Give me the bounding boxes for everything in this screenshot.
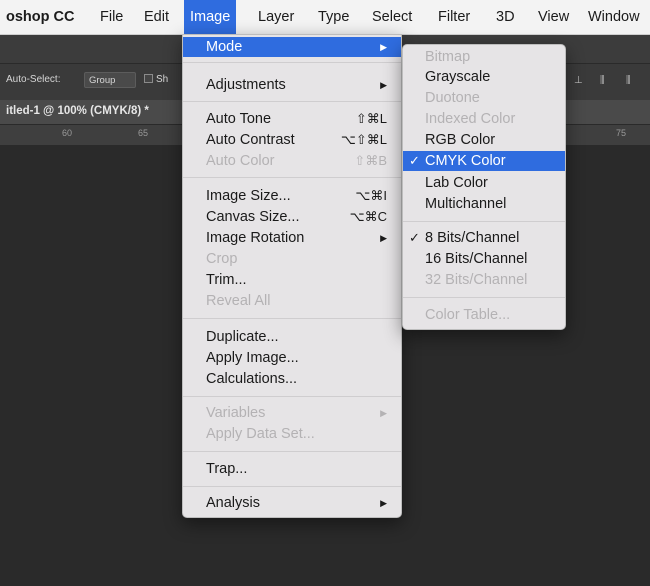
mode-submenu: Bitmap Grayscale Duotone Indexed Color R…	[402, 44, 566, 330]
submenu-divider	[403, 221, 565, 222]
menu-item-adjustments[interactable]: Adjustments ▶	[183, 75, 401, 95]
menu-divider	[183, 486, 401, 487]
menu-divider	[183, 177, 401, 178]
distribute-left-icon[interactable]: ⫼	[600, 76, 610, 86]
menu-file[interactable]: File	[100, 0, 123, 34]
menu-filter[interactable]: Filter	[438, 0, 470, 34]
menu-item-auto-contrast[interactable]: Auto Contrast ⌥⇧⌘L	[183, 130, 401, 150]
menu-item-variables: Variables ▶	[206, 405, 387, 421]
checkmark-icon: ✓	[409, 153, 420, 168]
document-title: itled-1 @ 100% (CMYK/8) *	[6, 105, 149, 117]
image-menu: Mode ▶ Adjustments ▶ Auto Tone ⇧⌘L Auto …	[182, 34, 402, 518]
menu-divider	[183, 451, 401, 452]
menu-bar: oshop CC File Edit Image Layer Type Sele…	[0, 0, 650, 35]
menu-item-reveal-all: Reveal All	[206, 293, 271, 309]
app-name[interactable]: oshop CC	[6, 0, 74, 34]
submenu-item-duotone: Duotone	[425, 90, 480, 106]
menu-item-trap[interactable]: Trap...	[183, 459, 401, 479]
align-bottom-icon[interactable]: ⊥	[574, 76, 584, 86]
menu-item-canvas-size[interactable]: Canvas Size... ⌥⌘C	[183, 207, 401, 227]
submenu-item-color-table: Color Table...	[425, 307, 511, 323]
menu-layer[interactable]: Layer	[258, 0, 294, 34]
submenu-divider	[403, 297, 565, 298]
menu-edit[interactable]: Edit	[144, 0, 169, 34]
menu-type[interactable]: Type	[318, 0, 349, 34]
menu-window[interactable]: Window	[588, 0, 640, 34]
submenu-item-grayscale[interactable]: Grayscale	[403, 67, 565, 87]
menu-item-image-rotation[interactable]: Image Rotation ▶	[183, 228, 401, 248]
menu-item-apply-data-set: Apply Data Set...	[206, 426, 315, 442]
menu-image[interactable]: Image	[184, 0, 237, 34]
submenu-item-16-bits[interactable]: 16 Bits/Channel	[403, 249, 565, 269]
ruler-label: 65	[138, 128, 149, 138]
checkmark-icon: ✓	[409, 230, 420, 245]
menu-select[interactable]: Select	[372, 0, 412, 34]
triangle-right-icon: ▶	[380, 233, 387, 243]
submenu-item-8-bits[interactable]: ✓ 8 Bits/Channel	[403, 228, 565, 248]
auto-select-dropdown[interactable]: Group	[84, 72, 136, 88]
menu-item-trim[interactable]: Trim...	[183, 270, 401, 290]
submenu-item-cmyk-color[interactable]: ✓ CMYK Color	[403, 151, 565, 171]
triangle-right-icon: ▶	[380, 498, 387, 508]
menu-divider	[183, 318, 401, 319]
triangle-right-icon: ▶	[380, 42, 387, 52]
menu-item-image-size[interactable]: Image Size... ⌥⌘I	[183, 186, 401, 206]
ruler-label: 60	[62, 128, 73, 138]
distribute-right-icon[interactable]: ⫼	[626, 76, 636, 86]
menu-item-auto-tone[interactable]: Auto Tone ⇧⌘L	[183, 109, 401, 129]
submenu-item-multichannel[interactable]: Multichannel	[403, 194, 565, 214]
ruler-label: 75	[616, 128, 627, 138]
menu-divider	[183, 396, 401, 397]
menu-divider	[183, 62, 401, 63]
show-transform-checkbox[interactable]	[144, 74, 153, 83]
photoshop-window: oshop CC File Edit Image Layer Type Sele…	[0, 0, 650, 586]
menu-view[interactable]: View	[538, 0, 569, 34]
menu-item-duplicate[interactable]: Duplicate...	[183, 327, 401, 347]
menu-item-crop: Crop	[206, 251, 238, 267]
submenu-item-rgb-color[interactable]: RGB Color	[403, 130, 565, 150]
triangle-right-icon: ▶	[380, 408, 387, 418]
submenu-item-lab-color[interactable]: Lab Color	[403, 173, 565, 193]
menu-item-analysis[interactable]: Analysis ▶	[183, 493, 401, 513]
submenu-item-32-bits: 32 Bits/Channel	[425, 272, 528, 288]
triangle-right-icon: ▶	[380, 80, 387, 90]
menu-item-mode[interactable]: Mode ▶	[183, 37, 401, 57]
menu-item-apply-image[interactable]: Apply Image...	[183, 348, 401, 368]
menu-item-auto-color: Auto Color ⇧⌘B	[206, 153, 387, 169]
menu-3d[interactable]: 3D	[496, 0, 515, 34]
submenu-item-bitmap: Bitmap	[425, 49, 471, 65]
menu-item-calculations[interactable]: Calculations...	[183, 369, 401, 389]
menu-divider	[183, 101, 401, 102]
show-transform-label: Sh	[156, 74, 169, 85]
submenu-item-indexed-color: Indexed Color	[425, 111, 516, 127]
auto-select-label: Auto-Select:	[6, 74, 61, 85]
